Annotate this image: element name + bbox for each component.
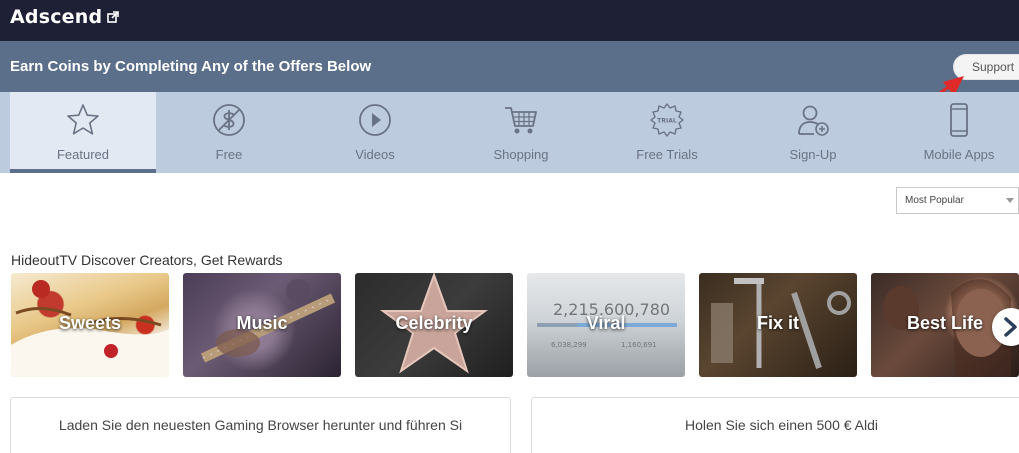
brand-logo[interactable]: Adscend — [10, 6, 102, 28]
star-icon — [67, 104, 99, 135]
offer-title: Holen Sie sich einen 500 € Aldi — [684, 417, 879, 433]
chevron-right-icon — [1004, 317, 1017, 337]
viral-dislike-count: 1,160,691 — [621, 341, 657, 349]
category-card-viral[interactable]: 2,215,600,780 6,038,299 1,160,691 Viral — [527, 273, 685, 377]
offer-card[interactable]: Holen Sie sich einen 500 € Aldi — [531, 397, 1019, 453]
external-link-icon[interactable] — [107, 11, 119, 23]
category-card-music[interactable]: Music — [183, 273, 341, 377]
top-bar: Adscend — [0, 0, 1019, 41]
category-label: Sweets — [58, 313, 122, 333]
banner-text: Earn Coins by Completing Any of the Offe… — [10, 58, 372, 75]
category-card-celebrity[interactable]: Celebrity — [355, 273, 513, 377]
section-title: HideoutTV Discover Creators, Get Rewards — [11, 252, 283, 268]
sort-selected-value: Most Popular — [905, 195, 964, 206]
tab-free-trials[interactable]: TRIAL Free Trials — [594, 92, 740, 173]
category-card-sweets[interactable]: Sweets — [11, 273, 169, 377]
tab-free[interactable]: Free — [156, 92, 302, 173]
tab-label: Free Trials — [636, 147, 698, 162]
chevron-down-icon — [1006, 198, 1014, 203]
category-card-fix-it[interactable]: Fix it — [699, 273, 857, 377]
category-label: Fix it — [756, 313, 799, 333]
viral-like-count: 6,038,299 — [551, 341, 587, 349]
tab-label: Mobile Apps — [923, 147, 995, 162]
category-label: Music — [236, 313, 288, 333]
tab-label: Sign-Up — [789, 147, 837, 162]
tab-sign-up[interactable]: Sign-Up — [740, 92, 886, 173]
category-label: Celebrity — [395, 313, 473, 333]
add-user-icon — [798, 105, 829, 136]
trial-badge-text: TRIAL — [657, 118, 677, 125]
mobile-icon — [950, 103, 968, 137]
offer-card[interactable]: Laden Sie den neuesten Gaming Browser he… — [10, 397, 511, 453]
tab-label: Shopping — [493, 147, 549, 162]
sort-dropdown[interactable]: Most Popular — [896, 187, 1019, 214]
tab-label: Featured — [56, 147, 110, 162]
tab-label: Videos — [355, 147, 395, 162]
cart-icon — [505, 107, 537, 134]
play-circle-icon — [359, 104, 391, 136]
category-label: Viral — [586, 313, 626, 333]
tab-videos[interactable]: Videos — [302, 92, 448, 173]
trial-badge-icon: TRIAL — [650, 103, 684, 137]
no-dollar-icon — [213, 104, 245, 136]
offers-banner: Earn Coins by Completing Any of the Offe… — [0, 41, 1019, 92]
tab-shopping[interactable]: Shopping — [448, 92, 594, 173]
tab-featured[interactable]: Featured — [10, 92, 156, 173]
offer-title: Laden Sie den neuesten Gaming Browser he… — [58, 417, 463, 433]
tab-mobile-apps[interactable]: Mobile Apps — [886, 92, 1019, 173]
category-tabs: Featured Free Videos Shopping TRIAL Free… — [0, 92, 1019, 173]
tab-label: Free — [215, 147, 243, 162]
